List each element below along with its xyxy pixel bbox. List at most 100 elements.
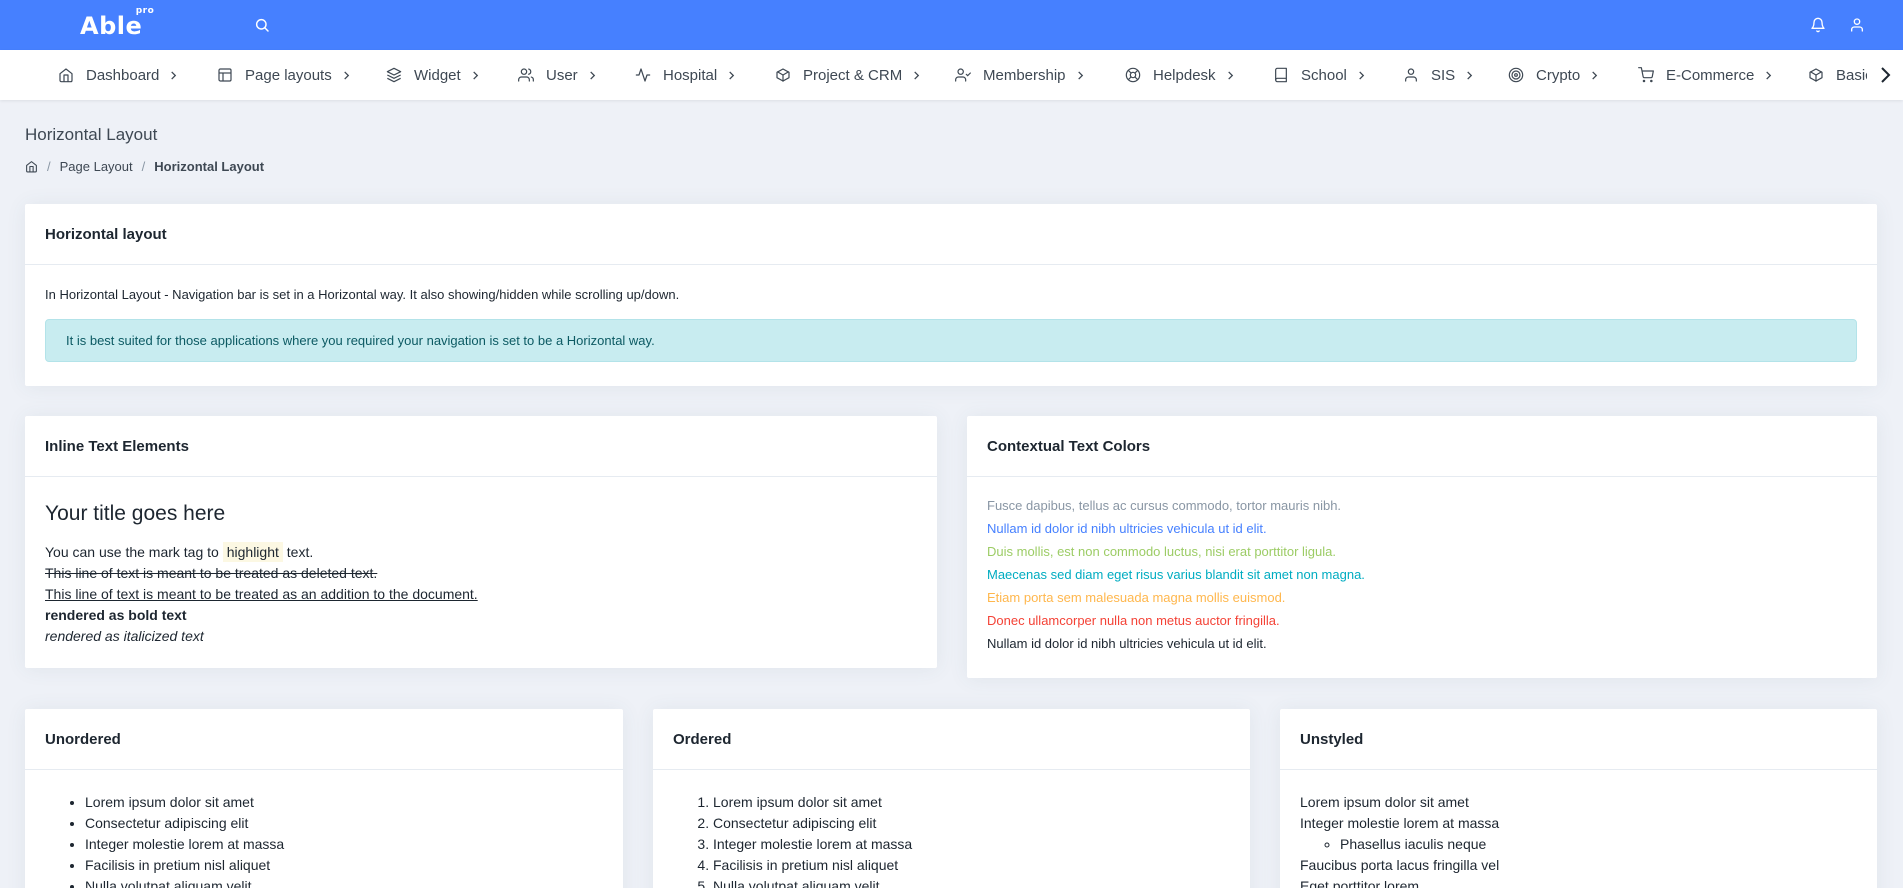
home-icon	[59, 68, 73, 83]
activity-icon	[635, 68, 651, 82]
italic-text: rendered as italicized text	[45, 628, 204, 644]
info-alert: It is best suited for those applications…	[45, 319, 1857, 362]
breadcrumb-separator: /	[141, 159, 146, 174]
nav-item-school[interactable]: School	[1273, 50, 1366, 100]
bold-text: rendered as bold text	[45, 607, 187, 623]
list-item: Lorem ipsum dolor sit amet	[713, 792, 1230, 813]
text-success: Duis mollis, est non commodo luctus, nis…	[987, 544, 1336, 559]
nav-item-crypto[interactable]: Crypto	[1508, 50, 1599, 100]
unordered-list: Lorem ipsum dolor sit amet Consectetur a…	[45, 792, 603, 888]
nav-item-ecommerce[interactable]: E-Commerce	[1638, 50, 1773, 100]
card-text: In Horizontal Layout - Navigation bar is…	[45, 287, 680, 302]
ordered-list-card: Ordered Lorem ipsum dolor sit amet Conse…	[653, 709, 1250, 888]
nav-scroll-right-button[interactable]	[1867, 50, 1903, 100]
home-icon[interactable]	[25, 160, 38, 173]
text-muted: Fusce dapibus, tellus ac cursus commodo,…	[987, 498, 1342, 513]
user-profile-icon[interactable]	[1849, 17, 1865, 33]
page-title: Horizontal Layout	[25, 125, 158, 144]
user-check-icon	[955, 68, 971, 82]
underlined-text: This line of text is meant to be treated…	[45, 586, 478, 602]
list-item: Faucibus porta lacus fringilla vel	[1300, 857, 1500, 873]
mark-text-before: You can use the mark tag to	[45, 544, 223, 560]
users-icon	[518, 68, 534, 82]
unordered-list-card: Unordered Lorem ipsum dolor sit amet Con…	[25, 709, 623, 888]
nav-item-helpdesk[interactable]: Helpdesk	[1125, 50, 1235, 100]
nav-item-hospital[interactable]: Hospital	[635, 50, 736, 100]
card-title: Inline Text Elements	[25, 416, 937, 477]
ordered-list: Lorem ipsum dolor sit amet Consectetur a…	[673, 792, 1230, 888]
mark-text-after: text.	[282, 544, 314, 560]
list-item: Lorem ipsum dolor sit amet	[1300, 794, 1469, 810]
nav-label: School	[1301, 66, 1347, 84]
unstyled-list: Lorem ipsum dolor sit amet Integer moles…	[1280, 770, 1877, 888]
chevron-right-icon	[1766, 70, 1772, 80]
chevron-right-icon	[1592, 70, 1598, 80]
app-logo[interactable]: Able pro	[80, 6, 154, 40]
nav-label: User	[546, 66, 578, 84]
nav-label: Dashboard	[86, 66, 160, 84]
user-icon	[1405, 68, 1417, 82]
nav-label: Project & CRM	[803, 66, 903, 84]
nav-item-basic[interactable]: Basic	[1808, 50, 1873, 100]
text-primary: Nullam id dolor id nibh ultricies vehicu…	[987, 521, 1267, 536]
nav-item-project-crm[interactable]: Project & CRM	[775, 50, 921, 100]
nav-label: SIS	[1431, 66, 1456, 84]
nav-label: Helpdesk	[1153, 66, 1216, 84]
layers-icon	[386, 67, 402, 83]
list-item: Facilisis in pretium nisl aliquet	[713, 855, 1230, 876]
chevron-right-icon	[343, 70, 349, 80]
list-item: Integer molestie lorem at massa	[713, 834, 1230, 855]
nav-label: Widget	[414, 66, 461, 84]
list-item: Lorem ipsum dolor sit amet	[85, 792, 603, 813]
breadcrumb-separator: /	[47, 159, 51, 174]
layout-icon	[218, 68, 232, 82]
chevron-right-icon	[589, 70, 595, 80]
breadcrumb-current: Horizontal Layout	[154, 159, 265, 174]
breadcrumb-page-layout[interactable]: Page Layout	[60, 159, 133, 174]
text-danger: Donec ullamcorper nulla non metus auctor…	[987, 613, 1280, 628]
chevron-right-icon	[1077, 70, 1083, 80]
nav-label: E-Commerce	[1666, 66, 1755, 84]
top-header: Able pro	[0, 0, 1903, 50]
chevron-right-icon	[472, 70, 478, 80]
bell-icon[interactable]	[1810, 17, 1826, 33]
card-title: Ordered	[653, 709, 1250, 770]
chevron-right-icon	[1467, 70, 1473, 80]
nav-item-user[interactable]: User	[518, 50, 597, 100]
nav-item-membership[interactable]: Membership	[955, 50, 1085, 100]
list-item: Facilisis in pretium nisl aliquet	[85, 855, 603, 876]
nav-item-sis[interactable]: SIS	[1403, 50, 1474, 100]
chevron-right-icon	[1881, 67, 1891, 83]
chevron-right-icon	[729, 70, 735, 80]
list-item: Integer molestie lorem at massa	[1300, 815, 1500, 831]
chevron-right-icon	[1227, 70, 1233, 80]
chevron-right-icon	[171, 70, 177, 80]
book-icon	[1275, 67, 1287, 83]
horizontal-nav: Dashboard Page layouts Widget User Hospi…	[0, 50, 1903, 100]
box-icon	[776, 68, 790, 82]
highlight-mark: highlight	[222, 542, 283, 562]
logo-text: Able	[80, 12, 143, 40]
card-title: Horizontal layout	[25, 204, 1877, 265]
contextual-colors-card: Contextual Text Colors Fusce dapibus, te…	[967, 416, 1877, 678]
target-icon	[1508, 67, 1524, 83]
nav-item-dashboard[interactable]: Dashboard	[58, 50, 178, 100]
chevron-right-icon	[914, 70, 920, 80]
nested-list-item: Phasellus iaculis neque	[1340, 834, 1857, 855]
text-dark: Nullam id dolor id nibh ultricies vehicu…	[987, 636, 1267, 651]
card-title: Unstyled	[1280, 709, 1877, 770]
text-info: Maecenas sed diam eget risus varius blan…	[987, 567, 1365, 582]
deleted-text: This line of text is meant to be treated…	[45, 565, 378, 581]
nav-label: Crypto	[1536, 66, 1581, 84]
nav-label: Page layouts	[245, 66, 332, 84]
text-warning: Etiam porta sem malesuada magna mollis e…	[987, 590, 1286, 605]
package-icon	[1809, 68, 1823, 82]
unstyled-list-card: Unstyled Lorem ipsum dolor sit amet Inte…	[1280, 709, 1877, 888]
list-item: Integer molestie lorem at massa	[85, 834, 603, 855]
search-icon[interactable]	[254, 17, 270, 33]
list-item: Nulla volutpat aliquam velit	[713, 876, 1230, 888]
nav-item-widget[interactable]: Widget	[386, 50, 480, 100]
nav-item-page-layouts[interactable]: Page layouts	[217, 50, 351, 100]
mark-line: You can use the mark tag to highlight te…	[45, 542, 917, 563]
life-buoy-icon	[1125, 67, 1141, 83]
